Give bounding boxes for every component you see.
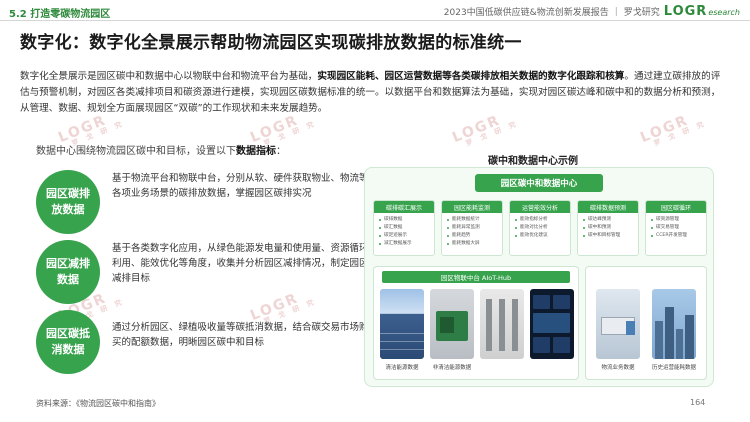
generator-image — [430, 289, 474, 359]
indicator-description: 通过分析园区、绿植吸收量等碳抵消数据，结合碳交易市场购买的配额数据，明晰园区碳中… — [112, 322, 369, 348]
data-center-label: 园区碳中和数据中心 — [475, 174, 603, 192]
solar-panel-image — [380, 289, 424, 359]
module-item: 能耗异常监测 — [447, 224, 499, 232]
module-item: 碳足迹展示 — [379, 232, 431, 240]
truck-image — [596, 289, 640, 359]
module-item: 碳中和预测 — [583, 224, 635, 232]
tile-label: 历史运营能耗数据 — [652, 365, 697, 371]
iot-hub-title: 园区物联中台 AIoT-Hub — [382, 271, 570, 283]
source-note: 资料来源：《物流园区碳中和指南》 — [36, 399, 160, 408]
indicator-description: 基于物流平台和物联中台，分别从软、硬件获取物业、物流等各项业务场景的碳排放数据，… — [112, 173, 369, 199]
module-item: 减汇数据展示 — [379, 240, 431, 248]
module-item: 能效对比分析 — [515, 224, 567, 232]
module-item: 碳汇数据 — [379, 224, 431, 232]
module-item: 能效优化建议 — [515, 232, 567, 240]
module-item: 能耗数据统计 — [447, 216, 499, 224]
iot-hub-box: 园区物联中台 AIoT-Hub 清洁能源数据 非清洁能源数据 — [373, 266, 579, 380]
page-number: 164 — [690, 398, 706, 407]
module-item: 碳达峰预测 — [583, 216, 635, 224]
intro-text-bold: 实现园区能耗、园区运营数据等各类碳排放相关数据的数字化跟踪和核算 — [317, 71, 625, 82]
report-header: 2023中国低碳供应链&物流创新发展报告 | 罗戈研究 LOGR esearch — [444, 4, 740, 19]
brand-name: 罗戈研究 — [623, 8, 660, 18]
indicator-description: 基于各类数字化应用，从绿色能源发电量和使用量、资源循环利用、能效优化等角度，收集… — [112, 243, 369, 284]
header-separator: | — [614, 6, 618, 17]
logo: LOGR esearch — [664, 4, 740, 19]
module-panel: 运营能效分析 能效指标分析 能效对比分析 能效优化建议 — [509, 200, 571, 256]
business-data-box: 物流业务数据 历史运营能耗数据 — [585, 266, 707, 380]
indicator-badge: 园区碳排放数据 — [36, 170, 100, 234]
module-panel: 园区碳循环 碳资源管理 碳交易管理 CCER开发管理 — [645, 200, 707, 256]
tile-label: 清洁能源数据 — [385, 365, 419, 371]
module-title: 运营能效分析 — [510, 201, 570, 213]
module-item: 能耗趋势 — [447, 232, 499, 240]
report-title: 2023中国低碳供应链&物流创新发展报告 — [443, 8, 609, 18]
module-title: 园区能耗监测 — [442, 201, 502, 213]
indicator-badge: 园区减排数据 — [36, 240, 100, 304]
diagram-title: 碳中和数据中心示例 — [488, 156, 578, 167]
module-title: 碳排碳汇展示 — [374, 201, 434, 213]
intro-paragraph: 数字化全景展示是园区碳中和数据中心以物联中台和物流平台为基础，实现园区能耗、园区… — [20, 69, 728, 117]
module-panels: 碳排碳汇展示 碳排数据 碳汇数据 碳足迹展示 减汇数据展示 园区能耗监测 能耗数… — [373, 200, 707, 256]
module-item: 碳中和目标管理 — [583, 232, 635, 240]
city-image — [652, 289, 696, 359]
intro-text-1: 数字化全景展示是园区碳中和数据中心以物联中台和物流平台为基础， — [20, 71, 318, 82]
dashboard-image — [530, 289, 574, 359]
warehouse-image — [480, 289, 524, 359]
module-item: 能耗数据大屏 — [447, 240, 499, 248]
section-title: 5.2 打造零碳物流园区 — [9, 9, 111, 20]
module-item: 碳排数据 — [379, 216, 431, 224]
module-item: 碳交易管理 — [651, 224, 703, 232]
tile-label: 非清洁能源数据 — [432, 365, 472, 371]
module-panel: 碳排数据预测 碳达峰预测 碳中和预测 碳中和目标管理 — [577, 200, 639, 256]
page-headline: 数字化：数字化全景展示帮助物流园区实现碳排放数据的标准统一 — [20, 33, 522, 53]
header-divider — [0, 20, 750, 21]
indicator-badge: 园区碳抵消数据 — [36, 310, 100, 374]
tile-label: 物流业务数据 — [601, 365, 635, 371]
logo-sub: esearch — [708, 8, 740, 17]
module-panel: 园区能耗监测 能耗数据统计 能耗异常监测 能耗趋势 能耗数据大屏 — [441, 200, 503, 256]
indicators-lead: 数据中心围绕物流园区碳中和目标，设置以下数据指标： — [36, 146, 286, 157]
logo-main: LOGR — [663, 4, 708, 19]
module-item: 碳资源管理 — [651, 216, 703, 224]
module-item: CCER开发管理 — [651, 232, 703, 240]
module-item: 能效指标分析 — [515, 216, 567, 224]
data-center-diagram: 园区碳中和数据中心 碳排碳汇展示 碳排数据 碳汇数据 碳足迹展示 减汇数据展示 … — [364, 167, 714, 387]
module-title: 园区碳循环 — [646, 201, 706, 213]
module-panel: 碳排碳汇展示 碳排数据 碳汇数据 碳足迹展示 减汇数据展示 — [373, 200, 435, 256]
module-title: 碳排数据预测 — [578, 201, 638, 213]
